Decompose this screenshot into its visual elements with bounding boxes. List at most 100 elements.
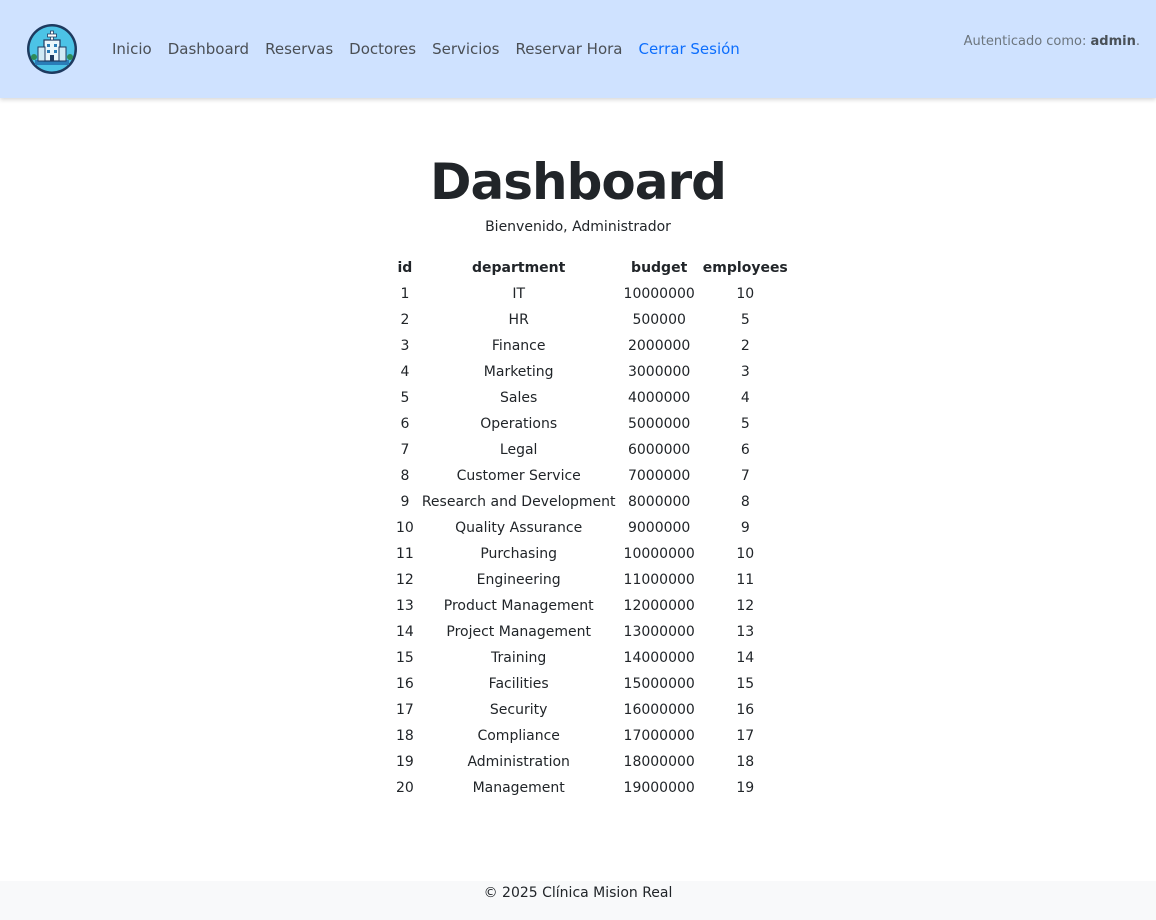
cell-id: 3 (400, 338, 410, 354)
table-row: 10 Quality Assurance 9000000 9 (392, 515, 792, 541)
table-row: 14 Project Management 13000000 13 (392, 619, 792, 645)
cell-id: 15 (396, 650, 414, 666)
cell-budget: 15000000 (623, 676, 695, 692)
nav-link-reservar-hora[interactable]: Reservar Hora (507, 38, 630, 60)
column-header-department: department (472, 260, 566, 276)
cell-department: Operations (480, 416, 558, 432)
navbar: Inicio Dashboard Reservas Doctores Servi… (0, 0, 1156, 98)
cell-id: 2 (400, 312, 410, 328)
column-header-budget: budget (631, 260, 688, 276)
cell-id: 9 (400, 494, 410, 510)
table-row: 6 Operations 5000000 5 (392, 411, 792, 437)
cell-budget: 500000 (632, 312, 686, 328)
nav-link-cerrar-sesion[interactable]: Cerrar Sesión (630, 38, 747, 60)
nav-link-doctores[interactable]: Doctores (341, 38, 424, 60)
page-title: Dashboard (430, 153, 727, 211)
column-header-id: id (397, 260, 413, 276)
cell-id: 12 (396, 572, 414, 588)
cell-id: 14 (396, 624, 414, 640)
cell-department: Compliance (477, 728, 560, 744)
cell-budget: 10000000 (623, 286, 695, 302)
cell-employees: 2 (740, 338, 750, 354)
cell-department: Engineering (476, 572, 561, 588)
table-row: 19 Administration 18000000 18 (392, 749, 792, 775)
cell-budget: 7000000 (627, 468, 691, 484)
cell-employees: 15 (736, 676, 755, 692)
table-row: 13 Product Management 12000000 12 (392, 593, 792, 619)
cell-employees: 13 (736, 624, 755, 640)
column-header-employees: employees (702, 260, 788, 276)
table-row: 3 Finance 2000000 2 (392, 333, 792, 359)
auth-prefix: Autenticado como: (963, 34, 1091, 49)
table-row: 17 Security 16000000 16 (392, 697, 792, 723)
cell-department: Training (491, 650, 547, 666)
nav-link-dashboard[interactable]: Dashboard (160, 38, 257, 60)
cell-budget: 11000000 (623, 572, 695, 588)
table-row: 12 Engineering 11000000 11 (392, 567, 792, 593)
cell-id: 13 (396, 598, 414, 614)
cell-id: 19 (396, 754, 414, 770)
cell-employees: 10 (736, 286, 755, 302)
table-row: 7 Legal 6000000 6 (392, 437, 792, 463)
table-row: 4 Marketing 3000000 3 (392, 359, 792, 385)
cell-budget: 9000000 (627, 520, 691, 536)
table-body: 1 IT 10000000 10 2 HR 500000 5 3 Finance 2000000 2 4… (392, 281, 792, 801)
cell-department: Purchasing (480, 546, 557, 562)
cell-employees: 16 (736, 702, 755, 718)
table-row: 16 Facilities 15000000 15 (392, 671, 792, 697)
cell-department: Customer Service (456, 468, 581, 484)
table-row: 8 Customer Service 7000000 7 (392, 463, 792, 489)
cell-budget: 3000000 (627, 364, 691, 380)
table-row: 20 Management 19000000 19 (392, 775, 792, 801)
cell-department: Security (489, 702, 548, 718)
copyright-text: © 2025 Clínica Mision Real (483, 885, 673, 901)
table-row: 1 IT 10000000 10 (392, 281, 792, 307)
cell-id: 20 (396, 780, 414, 796)
cell-id: 7 (400, 442, 410, 458)
cell-budget: 19000000 (623, 780, 695, 796)
cell-department: Marketing (483, 364, 554, 380)
cell-budget: 6000000 (627, 442, 691, 458)
cell-id: 8 (400, 468, 410, 484)
auth-username: admin (1090, 34, 1136, 49)
cell-id: 17 (396, 702, 414, 718)
cell-id: 1 (400, 286, 410, 302)
cell-department: Sales (500, 390, 538, 406)
cell-department: Product Management (443, 598, 594, 614)
table-row: 2 HR 500000 5 (392, 307, 792, 333)
cell-budget: 8000000 (627, 494, 691, 510)
cell-id: 10 (396, 520, 414, 536)
cell-budget: 12000000 (623, 598, 695, 614)
cell-id: 4 (400, 364, 410, 380)
cell-budget: 4000000 (627, 390, 691, 406)
cell-department: Management (472, 780, 565, 796)
cell-id: 18 (396, 728, 414, 744)
cell-budget: 5000000 (627, 416, 691, 432)
cell-department: HR (508, 312, 529, 328)
cell-department: Finance (491, 338, 546, 354)
cell-employees: 6 (740, 442, 750, 458)
cell-department: Legal (499, 442, 538, 458)
cell-budget: 10000000 (623, 546, 695, 562)
table-row: 18 Compliance 17000000 17 (392, 723, 792, 749)
cell-id: 5 (400, 390, 410, 406)
nav-link-inicio[interactable]: Inicio (104, 38, 160, 60)
nav-links: Inicio Dashboard Reservas Doctores Servi… (104, 38, 748, 60)
nav-link-servicios[interactable]: Servicios (424, 38, 507, 60)
auth-status: Autenticado como: admin. (964, 33, 1140, 51)
nav-link-reservas[interactable]: Reservas (257, 38, 341, 60)
cell-employees: 8 (740, 494, 750, 510)
cell-budget: 2000000 (627, 338, 691, 354)
auth-suffix: . (1135, 34, 1140, 49)
cell-budget: 18000000 (623, 754, 695, 770)
cell-department: Quality Assurance (455, 520, 583, 536)
cell-employees: 12 (736, 598, 755, 614)
cell-id: 16 (396, 676, 414, 692)
cell-department: Facilities (488, 676, 549, 692)
cell-department: Project Management (446, 624, 591, 640)
cell-department: Administration (467, 754, 570, 770)
table-row: 15 Training 14000000 14 (392, 645, 792, 671)
cell-employees: 9 (740, 520, 750, 536)
hospital-logo-icon[interactable] (25, 23, 79, 75)
cell-id: 11 (396, 546, 414, 562)
